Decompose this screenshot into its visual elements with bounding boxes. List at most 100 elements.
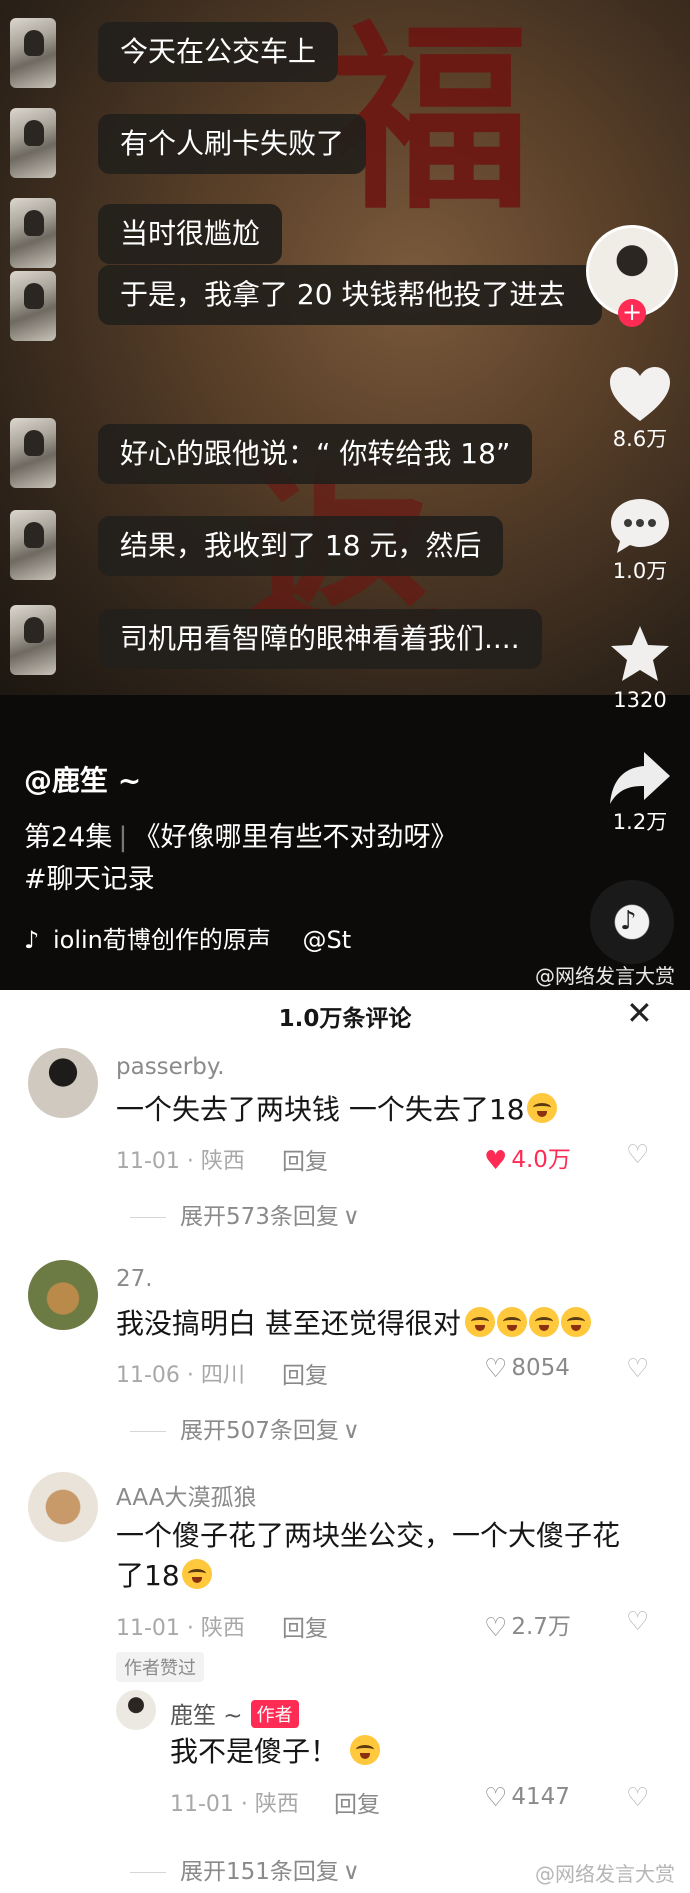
reply-button[interactable]: 回复 bbox=[282, 1142, 328, 1176]
chat-message: 当时很尴尬 bbox=[0, 198, 590, 268]
comment-date-location: 11-06 · 四川 bbox=[116, 1363, 245, 1388]
comment-text: 一个失去了两块钱 一个失去了18 bbox=[116, 1090, 557, 1130]
crying-emoji-icon bbox=[496, 1307, 527, 1337]
heart-outline-icon: ♡ bbox=[484, 1613, 508, 1643]
reply-text: 我不是傻子！ bbox=[170, 1732, 381, 1772]
commenter-name[interactable]: passerby. bbox=[116, 1054, 225, 1080]
comment-icon bbox=[611, 499, 669, 553]
music-disc-icon[interactable]: ♪ bbox=[590, 880, 674, 964]
dislike-icon[interactable]: ♡ bbox=[626, 1354, 649, 1384]
episode-label[interactable]: 第24集 bbox=[24, 822, 112, 853]
comment-date-location: 11-01 · 陕西 bbox=[116, 1149, 245, 1174]
avatar[interactable] bbox=[116, 1690, 156, 1730]
divider-line bbox=[130, 1217, 166, 1218]
chat-avatar bbox=[10, 198, 56, 268]
rofl-emoji-icon bbox=[181, 1559, 212, 1589]
series-title[interactable]: 《好像哪里有些不对劲呀》 bbox=[133, 822, 457, 853]
reply-button[interactable]: 回复 bbox=[282, 1356, 328, 1390]
comment-like-button[interactable]: ♡ 2.7万 bbox=[484, 1607, 571, 1643]
reply-like-button[interactable]: ♡ 4147 bbox=[484, 1783, 570, 1813]
comment-button[interactable]: 1.0万 bbox=[590, 497, 690, 583]
music-info[interactable]: ♪ iolin荀博创作的原声 @St bbox=[24, 920, 351, 955]
chat-avatar bbox=[10, 510, 56, 580]
comments-count-title: 1.0万条评论 bbox=[278, 1006, 412, 1032]
comment-like-button[interactable]: ♥ 4.0万 bbox=[484, 1140, 571, 1176]
chat-bubble: 当时很尴尬 bbox=[98, 204, 283, 264]
chat-bubble: 今天在公交车上 bbox=[98, 22, 339, 82]
dislike-icon[interactable]: ♡ bbox=[626, 1607, 649, 1637]
reply-button[interactable]: 回复 bbox=[282, 1609, 328, 1643]
chevron-down-icon: ∨ bbox=[342, 1204, 360, 1230]
video-description: 第24集 | 《好像哪里有些不对劲呀》 bbox=[24, 815, 457, 854]
expand-replies-button[interactable]: 展开151条回复 ∨ bbox=[130, 1852, 360, 1886]
chat-message: 结果，我收到了 18 元，然后 bbox=[0, 510, 590, 580]
like-count: 8.6万 bbox=[612, 427, 668, 451]
chat-message: 好心的跟他说：“ 你转给我 18” bbox=[0, 418, 590, 488]
music-at: @St bbox=[302, 926, 352, 954]
reply-author-name[interactable]: 鹿笙 ~ 作者 bbox=[170, 1696, 299, 1730]
crying-emoji-icon bbox=[464, 1307, 495, 1337]
chat-message: 司机用看智障的眼神看着我们.... bbox=[0, 605, 590, 675]
comment-count: 1.0万 bbox=[612, 559, 668, 583]
chat-avatar bbox=[10, 271, 56, 341]
divider-line bbox=[130, 1872, 166, 1873]
heart-icon bbox=[610, 367, 670, 421]
avatar[interactable] bbox=[28, 1472, 98, 1542]
chat-avatar bbox=[10, 108, 56, 178]
dislike-icon[interactable]: ♡ bbox=[626, 1783, 649, 1813]
heart-outline-icon: ♡ bbox=[484, 1354, 508, 1384]
chat-avatar bbox=[10, 418, 56, 488]
divider: | bbox=[118, 822, 128, 853]
chat-bubble: 好心的跟他说：“ 你转给我 18” bbox=[98, 424, 533, 484]
author-badge: 作者 bbox=[250, 1700, 299, 1728]
reply-button[interactable]: 回复 bbox=[334, 1785, 380, 1819]
author-liked-tag: 作者赞过 bbox=[116, 1652, 204, 1682]
comment-date-location: 11-01 · 陕西 bbox=[116, 1616, 245, 1641]
chat-message: 有个人刷卡失败了 bbox=[0, 108, 590, 178]
crying-emoji-icon bbox=[560, 1307, 591, 1337]
expand-replies-button[interactable]: 展开507条回复 ∨ bbox=[130, 1411, 360, 1445]
crying-emoji-icon bbox=[528, 1307, 559, 1337]
share-count: 1.2万 bbox=[612, 810, 668, 834]
chat-avatar bbox=[10, 18, 56, 88]
reply-date-location: 11-01 · 陕西 bbox=[170, 1792, 299, 1817]
music-title: iolin荀博创作的原声 bbox=[52, 926, 271, 954]
avatar[interactable] bbox=[28, 1260, 98, 1330]
chat-bubble: 司机用看智障的眼神看着我们.... bbox=[98, 609, 542, 669]
comment-like-button[interactable]: ♡ 8054 bbox=[484, 1354, 570, 1384]
heart-icon: ♥ bbox=[484, 1146, 508, 1176]
dislike-icon[interactable]: ♡ bbox=[626, 1140, 649, 1170]
chat-message: 于是，我拿了 20 块钱帮他投了进去 bbox=[0, 265, 602, 395]
chat-message: 今天在公交车上 bbox=[0, 18, 590, 88]
favorite-button[interactable]: 1320 bbox=[590, 624, 690, 712]
weibo-watermark: @网络发言大赏 bbox=[535, 1862, 675, 1886]
avatar[interactable] bbox=[28, 1048, 98, 1118]
expand-replies-button[interactable]: 展开573条回复 ∨ bbox=[130, 1197, 360, 1231]
creator-avatar[interactable]: + bbox=[586, 225, 678, 327]
laugh-cry-emoji-icon bbox=[350, 1735, 381, 1765]
chat-bubble: 有个人刷卡失败了 bbox=[98, 114, 367, 174]
like-button[interactable]: 8.6万 bbox=[590, 365, 690, 451]
hashtag-link[interactable]: #聊天记录 bbox=[24, 857, 155, 896]
close-icon[interactable]: ✕ bbox=[626, 994, 653, 1032]
share-button[interactable]: 1.2万 bbox=[590, 750, 690, 834]
chat-avatar bbox=[10, 605, 56, 675]
laugh-cry-emoji-icon bbox=[526, 1093, 557, 1123]
heart-outline-icon: ♡ bbox=[484, 1783, 508, 1813]
commenter-name[interactable]: AAA大漠孤狼 bbox=[116, 1478, 256, 1512]
video-player[interactable]: 福 返 今天在公交车上 有个人刷卡失败了 当时很尴尬 于是，我拿了 20 块钱帮… bbox=[0, 0, 690, 990]
star-icon bbox=[611, 626, 669, 681]
weibo-watermark: @网络发言大赏 bbox=[535, 964, 675, 988]
chat-bubble: 结果，我收到了 18 元，然后 bbox=[98, 516, 504, 576]
comment-text: 一个傻子花了两块坐公交，一个大傻子花了18 bbox=[116, 1519, 621, 1592]
chevron-down-icon: ∨ bbox=[342, 1418, 360, 1444]
divider-line bbox=[130, 1431, 166, 1432]
commenter-name[interactable]: 27. bbox=[116, 1266, 153, 1292]
chevron-down-icon: ∨ bbox=[342, 1859, 360, 1885]
music-note-icon: ♪ bbox=[24, 926, 40, 954]
comment-text: 我没搞明白 甚至还觉得很对 bbox=[116, 1304, 591, 1344]
creator-handle[interactable]: @鹿笙 ~ bbox=[24, 759, 141, 799]
follow-plus-icon[interactable]: + bbox=[618, 299, 646, 327]
favorite-count: 1320 bbox=[613, 688, 667, 712]
share-arrow-icon bbox=[610, 752, 670, 804]
